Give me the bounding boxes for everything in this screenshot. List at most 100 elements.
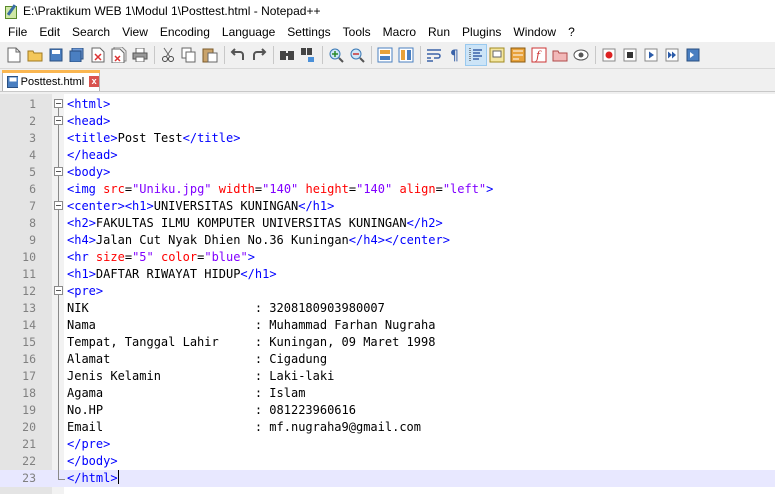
show-all-chars-icon[interactable]: ¶ [445, 45, 465, 65]
redo-icon[interactable] [249, 45, 269, 65]
code-line[interactable]: 12 <pre> [0, 283, 775, 300]
indent-guide-icon[interactable] [465, 44, 487, 66]
code-line[interactable]: 1 <html> [0, 96, 775, 113]
fold-toggle-icon[interactable] [54, 201, 63, 210]
stop-macro-icon[interactable] [620, 45, 640, 65]
tab-posttest[interactable]: Posttest.html x [2, 71, 100, 91]
menu-encoding[interactable]: Encoding [154, 22, 216, 42]
save-icon[interactable] [46, 45, 66, 65]
fold-line [58, 300, 59, 317]
code-text: Jenis Kelamin : Laki-laki [67, 369, 335, 383]
code-line[interactable]: 20 Email : mf.nugraha9@gmail.com [0, 419, 775, 436]
notepadpp-window: E:\Praktikum WEB 1\Modul 1\Posttest.html… [0, 0, 775, 494]
print-icon[interactable] [130, 45, 150, 65]
open-folder-icon[interactable] [25, 45, 45, 65]
fold-toggle-icon[interactable] [54, 167, 63, 176]
save-all-icon[interactable] [67, 45, 87, 65]
fold-line [58, 436, 59, 453]
menu-window[interactable]: Window [507, 22, 562, 42]
save-macro-icon[interactable] [683, 45, 703, 65]
line-number: 21 [22, 437, 36, 451]
code-line[interactable]: 7 <center><h1>UNIVERSITAS KUNINGAN</h1> [0, 198, 775, 215]
code-line[interactable]: 22 </body> [0, 453, 775, 470]
code-line[interactable]: 5 <body> [0, 164, 775, 181]
menu-file[interactable]: File [2, 22, 33, 42]
menu-language[interactable]: Language [216, 22, 281, 42]
replace-icon[interactable] [298, 45, 318, 65]
new-file-icon[interactable] [4, 45, 24, 65]
close-tab-icon[interactable]: x [89, 76, 99, 87]
code-text: <head> [67, 114, 111, 128]
fold-toggle-icon[interactable] [54, 99, 63, 108]
code-text: <hr size="5" color="blue"> [67, 250, 255, 264]
editor[interactable]: 1 <html> 2 <head> 3 <title>Post Test</title> 4… [0, 94, 775, 494]
copy-icon[interactable] [179, 45, 199, 65]
menu-view[interactable]: View [116, 22, 154, 42]
menu-search[interactable]: Search [66, 22, 116, 42]
menu-settings[interactable]: Settings [281, 22, 336, 42]
code-line[interactable]: 19 No.HP : 081223960616 [0, 402, 775, 419]
code-line[interactable]: 23 </html> [0, 470, 775, 487]
line-number: 4 [29, 148, 36, 162]
fold-line [58, 317, 59, 334]
code-line[interactable]: 6 <img src="Uniku.jpg" width="140" height… [0, 181, 775, 198]
code-line[interactable]: 9 <h4>Jalan Cut Nyak Dhien No.36 Kuningan… [0, 232, 775, 249]
code-line[interactable]: 3 <title>Post Test</title> [0, 130, 775, 147]
menu-macro[interactable]: Macro [377, 22, 422, 42]
sync-vertical-icon[interactable] [375, 45, 395, 65]
fold-toggle-icon[interactable] [54, 286, 63, 295]
window-title: E:\Praktikum WEB 1\Modul 1\Posttest.html… [23, 4, 321, 18]
close-file-icon[interactable] [88, 45, 108, 65]
zoom-in-icon[interactable] [326, 45, 346, 65]
menu-plugins[interactable]: Plugins [456, 22, 507, 42]
user-language-icon[interactable] [487, 45, 507, 65]
fold-line [58, 402, 59, 419]
menu-run[interactable]: Run [422, 22, 456, 42]
line-number: 10 [22, 250, 36, 264]
line-number: 18 [22, 386, 36, 400]
code-text: </body> [67, 454, 118, 468]
play-macro-icon[interactable] [641, 45, 661, 65]
code-line[interactable]: 21 </pre> [0, 436, 775, 453]
function-list-icon[interactable]: f [529, 45, 549, 65]
toolbar-separator [154, 46, 155, 64]
line-number: 15 [22, 335, 36, 349]
line-number: 17 [22, 369, 36, 383]
code-line[interactable]: 18 Agama : Islam [0, 385, 775, 402]
code-line[interactable]: 4 </head> [0, 147, 775, 164]
code-line[interactable]: 15 Tempat, Tanggal Lahir : Kuningan, 09 M… [0, 334, 775, 351]
undo-icon[interactable] [228, 45, 248, 65]
toolbar-separator [273, 46, 274, 64]
paste-icon[interactable] [200, 45, 220, 65]
folder-workspace-icon[interactable] [550, 45, 570, 65]
menu-help[interactable]: ? [562, 22, 581, 42]
zoom-out-icon[interactable] [347, 45, 367, 65]
line-number: 11 [22, 267, 36, 281]
menu-edit[interactable]: Edit [33, 22, 66, 42]
line-number: 23 [22, 471, 36, 485]
sync-horizontal-icon[interactable] [396, 45, 416, 65]
code-line[interactable]: 11 <h1>DAFTAR RIWAYAT HIDUP</h1> [0, 266, 775, 283]
fold-toggle-icon[interactable] [54, 116, 63, 125]
code-line[interactable]: 10 <hr size="5" color="blue"> [0, 249, 775, 266]
code-line[interactable]: 13 NIK : 3208180903980007 [0, 300, 775, 317]
word-wrap-icon[interactable] [424, 45, 444, 65]
code-text: Agama : Islam [67, 386, 306, 400]
run-macro-multiple-icon[interactable] [662, 45, 682, 65]
doc-map-icon[interactable] [508, 45, 528, 65]
menu-tools[interactable]: Tools [337, 22, 377, 42]
fold-line [58, 351, 59, 368]
code-text: <html> [67, 97, 111, 111]
code-text: Tempat, Tanggal Lahir : Kuningan, 09 Mar… [67, 335, 436, 349]
record-macro-icon[interactable] [599, 45, 619, 65]
fold-line [58, 249, 59, 266]
code-line[interactable]: 2 <head> [0, 113, 775, 130]
close-all-icon[interactable] [109, 45, 129, 65]
code-line[interactable]: 14 Nama : Muhammad Farhan Nugraha [0, 317, 775, 334]
monitoring-icon[interactable] [571, 45, 591, 65]
find-icon[interactable] [277, 45, 297, 65]
cut-icon[interactable] [158, 45, 178, 65]
code-line[interactable]: 8 <h2>FAKULTAS ILMU KOMPUTER UNIVERSITAS … [0, 215, 775, 232]
code-line[interactable]: 17 Jenis Kelamin : Laki-laki [0, 368, 775, 385]
code-line[interactable]: 16 Alamat : Cigadung [0, 351, 775, 368]
